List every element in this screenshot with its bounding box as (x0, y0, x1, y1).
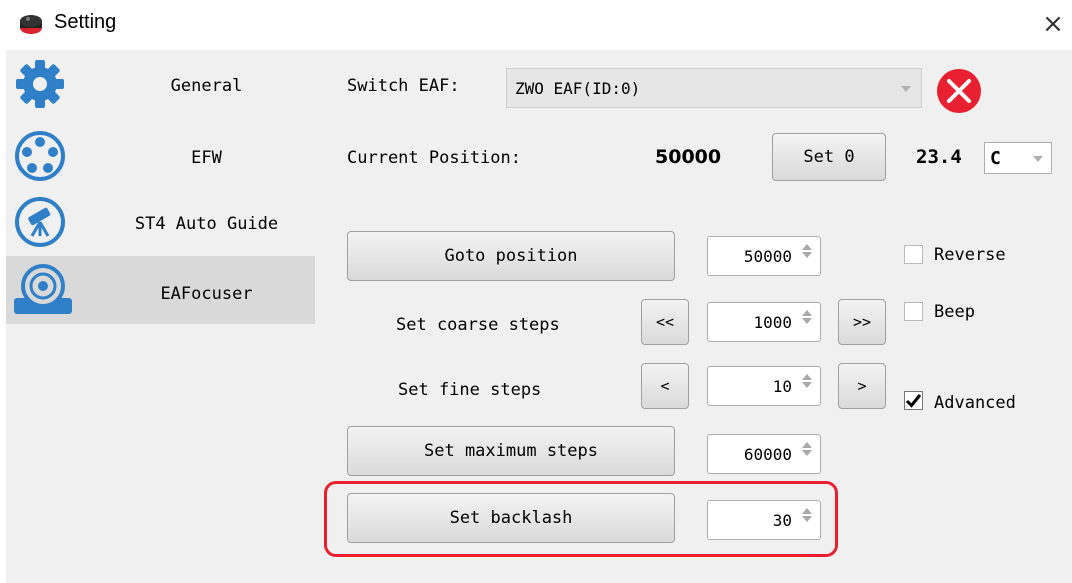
close-icon[interactable]: × (1038, 6, 1068, 42)
temperature-unit-value: C (990, 148, 1001, 169)
goto-position-button[interactable]: Goto position (347, 231, 675, 281)
beep-label: Beep (934, 302, 975, 322)
sidebar-item-efw[interactable]: EFW (6, 120, 315, 188)
set-maximum-steps-button[interactable]: Set maximum steps (347, 426, 675, 476)
chevron-down-icon (1033, 156, 1043, 162)
spin-arrows-icon[interactable] (800, 242, 814, 260)
fine-step-forward-button[interactable]: > (838, 363, 886, 409)
current-position-value: 50000 (655, 146, 722, 168)
sidebar-item-label: General (170, 76, 243, 96)
gear-icon (14, 58, 66, 110)
set-backlash-button[interactable]: Set backlash (347, 493, 675, 543)
switch-eaf-label: Switch EAF: (347, 76, 460, 96)
title-bar: Setting × (0, 0, 1072, 50)
coarse-step-back-button[interactable]: << (641, 299, 689, 345)
fine-steps-spinbox[interactable]: 10 (707, 366, 821, 406)
fine-steps-label: Set fine steps (398, 380, 542, 400)
chevron-down-icon (901, 86, 911, 92)
spin-arrows-icon[interactable] (800, 372, 814, 390)
set-zero-button[interactable]: Set 0 (772, 133, 886, 181)
telescope-icon (14, 196, 66, 248)
backlash-spinbox[interactable]: 30 (707, 500, 821, 540)
reverse-checkbox[interactable] (904, 245, 923, 264)
checkmark-icon (904, 391, 923, 410)
fine-step-back-button[interactable]: < (641, 363, 689, 409)
current-position-label: Current Position: (347, 148, 521, 168)
coarse-steps-value: 1000 (753, 312, 792, 332)
coarse-step-forward-button[interactable]: >> (838, 299, 886, 345)
spin-arrows-icon[interactable] (800, 506, 814, 524)
fine-steps-value: 10 (772, 376, 792, 396)
maximum-steps-value: 60000 (743, 444, 792, 464)
sidebar-item-label: EFW (191, 148, 222, 168)
sidebar-item-label: EAFocuser (160, 284, 253, 304)
beep-checkbox[interactable] (904, 302, 923, 321)
spin-arrows-icon[interactable] (800, 440, 814, 458)
sidebar-item-eafocuser[interactable]: EAFocuser (6, 256, 315, 324)
sidebar-item-st4-auto-guide[interactable]: ST4 Auto Guide (6, 188, 315, 256)
goto-position-value: 50000 (743, 246, 792, 266)
advanced-checkbox[interactable] (904, 391, 923, 410)
app-logo-icon (18, 12, 44, 36)
goto-position-spinbox[interactable]: 50000 (707, 236, 821, 276)
switch-eaf-select[interactable]: ZWO EAF(ID:0) (506, 68, 922, 108)
disconnect-icon[interactable] (936, 68, 982, 114)
switch-eaf-value: ZWO EAF(ID:0) (515, 79, 641, 98)
filter-wheel-icon (14, 130, 66, 182)
sidebar-item-general[interactable]: General (6, 50, 315, 118)
backlash-value: 30 (772, 510, 792, 530)
coarse-steps-spinbox[interactable]: 1000 (707, 302, 821, 342)
advanced-label: Advanced (934, 393, 1016, 413)
spin-arrows-icon[interactable] (800, 308, 814, 326)
temperature-unit-select[interactable]: C (984, 142, 1052, 174)
coarse-steps-label: Set coarse steps (396, 315, 560, 335)
maximum-steps-spinbox[interactable]: 60000 (707, 434, 821, 474)
window-title: Setting (54, 11, 117, 33)
temperature-value: 23.4 (916, 146, 962, 168)
reverse-label: Reverse (934, 245, 1006, 265)
sidebar-item-label: ST4 Auto Guide (134, 214, 279, 234)
focuser-icon (14, 262, 72, 318)
